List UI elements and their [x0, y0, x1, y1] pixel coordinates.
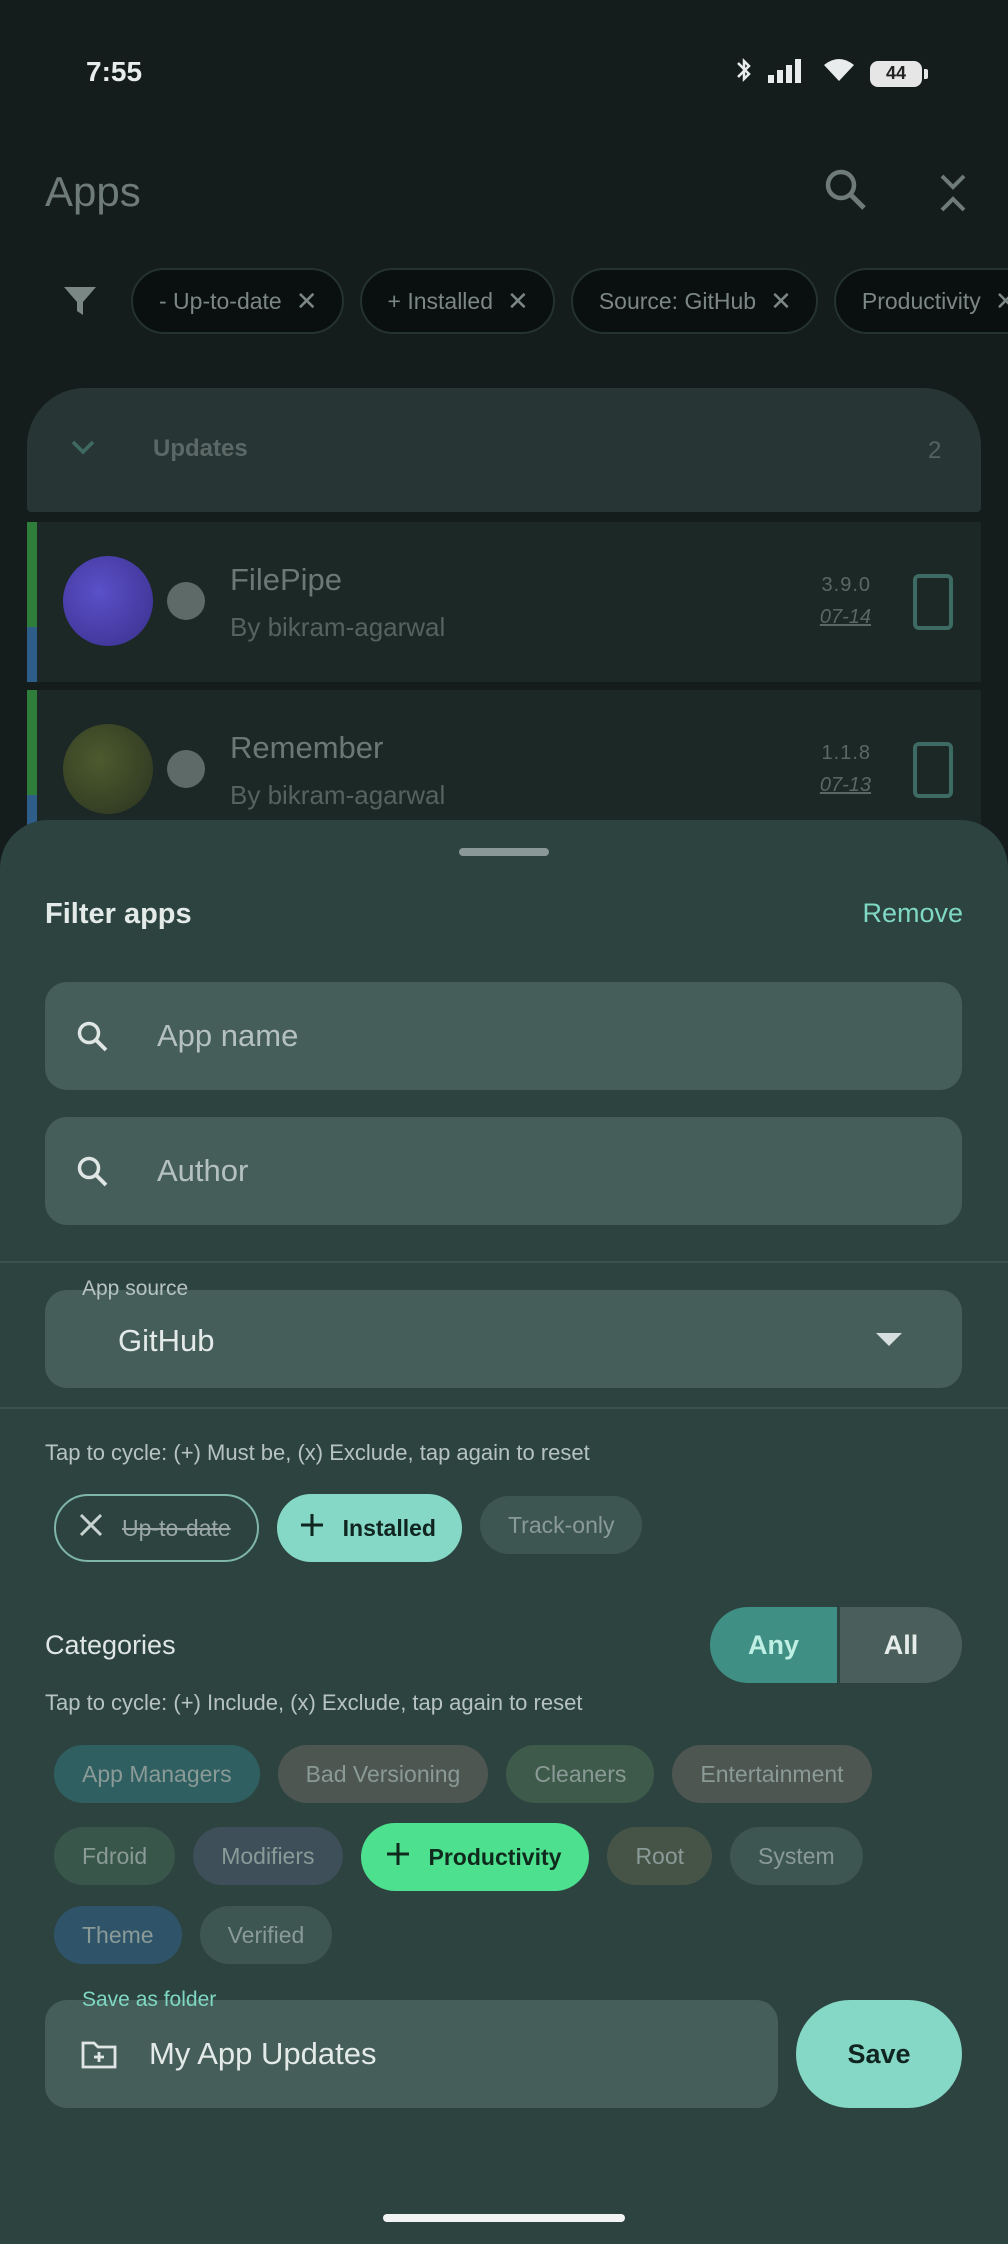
chevron-down-icon[interactable] [70, 432, 96, 464]
category-productivity[interactable]: Productivity [360, 1823, 590, 1891]
author-field[interactable] [45, 1117, 962, 1225]
status-bar-green [27, 522, 37, 627]
app-name: FilePipe [230, 562, 342, 597]
page-title: Apps [45, 168, 141, 215]
save-as-folder-field[interactable]: My App Updates [45, 2000, 778, 2108]
filter-chip-label: - Up-to-date [159, 287, 282, 314]
chip-label: Installed [342, 1514, 436, 1541]
app-version: 1.1.8 [821, 742, 871, 764]
categories-label: Categories [45, 1630, 176, 1660]
signal-icon [768, 57, 808, 90]
close-icon[interactable]: ✕ [296, 286, 318, 317]
close-icon[interactable]: ✕ [507, 286, 529, 317]
app-author: By bikram-agarwal [230, 780, 446, 810]
close-icon [78, 1512, 104, 1544]
collapse-icon[interactable] [938, 172, 968, 224]
divider [0, 1261, 1008, 1263]
app-icon [63, 556, 153, 646]
app-author: By bikram-agarwal [230, 612, 446, 642]
category-theme[interactable]: Theme [54, 1906, 182, 1964]
category-bad-versioning[interactable]: Bad Versioning [277, 1745, 489, 1803]
filter-chip-up-to-date[interactable]: - Up-to-date ✕ [131, 268, 344, 334]
category-entertainment[interactable]: Entertainment [672, 1745, 872, 1803]
app-icon [63, 724, 153, 814]
categories-hint: Tap to cycle: (+) Include, (x) Exclude, … [45, 1690, 583, 1715]
filter-chip-source[interactable]: Source: GitHub ✕ [570, 268, 818, 334]
category-fdroid[interactable]: Fdroid [54, 1827, 176, 1885]
filter-chip-label: Source: GitHub [598, 287, 757, 314]
close-icon[interactable]: ✕ [770, 286, 792, 317]
drag-handle[interactable] [459, 848, 549, 856]
category-cleaners[interactable]: Cleaners [506, 1745, 655, 1803]
app-source-label: App source [82, 1277, 189, 1300]
wifi-icon [822, 57, 856, 90]
category-app-managers[interactable]: App Managers [54, 1745, 260, 1803]
status-hint: Tap to cycle: (+) Must be, (x) Exclude, … [45, 1440, 590, 1465]
filter-chip-installed[interactable]: + Installed ✕ [359, 268, 555, 334]
close-icon[interactable]: ✕ [995, 286, 1008, 317]
filter-chip-productivity[interactable]: Productivity ✕ [833, 268, 1008, 334]
match-any-button[interactable]: Any [710, 1607, 837, 1683]
github-icon [167, 582, 205, 620]
chip-label: Track-only [507, 1511, 615, 1538]
dropdown-arrow-icon[interactable] [876, 1333, 902, 1346]
filter-chip-label: Productivity [861, 287, 981, 314]
folder-name-value[interactable]: My App Updates [149, 2036, 376, 2072]
download-icon[interactable] [913, 742, 953, 798]
sheet-title: Filter apps [45, 898, 192, 930]
filter-chip-label: + Installed [387, 287, 494, 314]
section-label: Updates [153, 435, 248, 462]
list-item[interactable]: FilePipe By bikram-agarwal 3.9.0 07-14 [27, 522, 981, 682]
status-bar-green [27, 690, 37, 795]
github-icon [167, 750, 205, 788]
chip-label: Productivity [428, 1843, 562, 1870]
divider [0, 1407, 1008, 1409]
category-system[interactable]: System [730, 1827, 863, 1885]
app-name-input[interactable] [157, 1018, 962, 1054]
app-source-value: GitHub [118, 1323, 215, 1358]
category-verified[interactable]: Verified [199, 1906, 333, 1964]
download-icon[interactable] [913, 574, 953, 630]
category-modifiers[interactable]: Modifiers [193, 1827, 343, 1885]
author-input[interactable] [157, 1153, 962, 1189]
plus-icon [299, 1512, 325, 1544]
home-indicator[interactable] [383, 2214, 625, 2222]
section-count: 2 [928, 437, 942, 464]
search-icon[interactable] [822, 166, 868, 222]
search-icon [75, 1019, 147, 1053]
save-button[interactable]: Save [796, 2000, 962, 2108]
status-chip-group: Up-to-date Installed Track-only [54, 1494, 643, 1562]
status-time: 7:55 [86, 56, 143, 87]
categories-row: App Managers Bad Versioning Cleaners Ent… [54, 1745, 872, 1803]
app-date: 07-13 [819, 774, 871, 796]
active-filter-chips: - Up-to-date ✕ + Installed ✕ Source: Git… [45, 268, 1008, 334]
chip-installed[interactable]: Installed [276, 1494, 462, 1562]
plus-icon [385, 1841, 411, 1873]
save-as-folder-label: Save as folder [82, 1988, 217, 2011]
category-root[interactable]: Root [607, 1827, 713, 1885]
remove-button[interactable]: Remove [862, 898, 963, 929]
chip-up-to-date[interactable]: Up-to-date [54, 1494, 259, 1562]
chip-label: Up-to-date [122, 1514, 231, 1541]
match-mode-toggle: Any All [710, 1607, 962, 1683]
bluetooth-icon [734, 56, 754, 91]
app-name: Remember [230, 730, 384, 765]
folder-add-icon [81, 2039, 117, 2069]
filter-icon[interactable] [45, 268, 115, 334]
search-icon [75, 1154, 147, 1188]
categories-row: Fdroid Modifiers Productivity Root Syste… [54, 1821, 863, 1891]
match-all-button[interactable]: All [837, 1607, 962, 1683]
battery-icon: 44 [870, 60, 928, 87]
chip-track-only[interactable]: Track-only [479, 1496, 643, 1554]
app-version: 3.9.0 [821, 574, 871, 596]
categories-row: Theme Verified [54, 1906, 333, 1964]
status-bar-blue [27, 627, 37, 682]
app-name-field[interactable] [45, 982, 962, 1090]
status-icons: 44 [734, 56, 928, 91]
app-date: 07-14 [819, 606, 871, 628]
